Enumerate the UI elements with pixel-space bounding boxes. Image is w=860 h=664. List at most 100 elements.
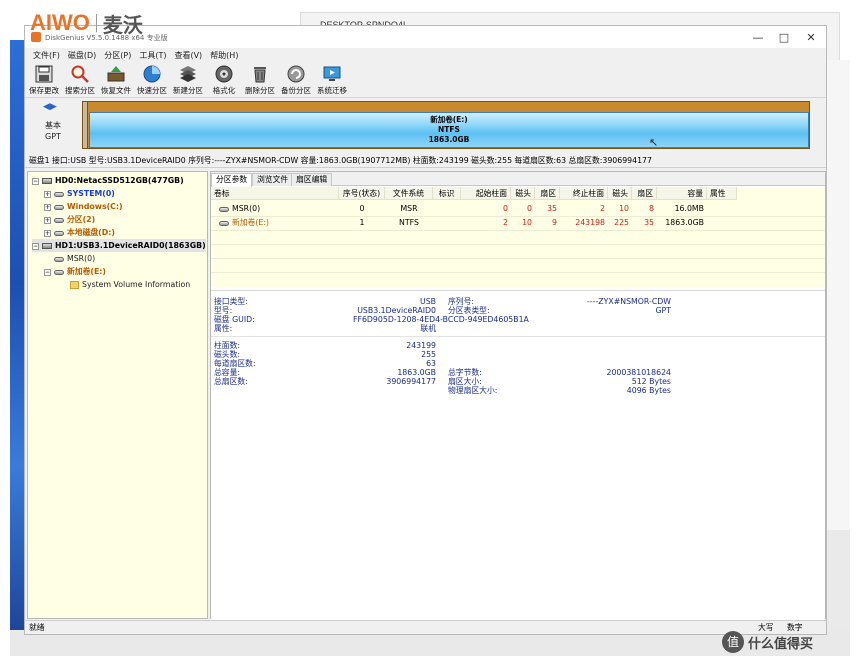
new-partition-button[interactable]: 新建分区 [171,64,205,96]
tree-part-windows-label: Windows(C:) [67,202,123,211]
detail-pt-value: GPT [655,306,671,315]
format-button[interactable]: 格式化 [207,64,241,96]
backup-partition-button[interactable]: 备份分区 [279,64,313,96]
menu-bar: 文件(F) 磁盘(D) 分区(P) 工具(T) 查看(V) 帮助(H) [25,48,826,62]
tree-part-windows[interactable]: + Windows(C:) [44,200,123,213]
disk-type-basic: 基本 [45,121,61,130]
disk-type-gpt: GPT [45,132,61,141]
disk-type: 基本 GPT [45,120,61,142]
mouse-cursor-icon: ↖ [649,136,659,149]
new-partition-icon [180,66,196,82]
system-migration-button[interactable]: 系统迁移 [315,64,349,96]
tab-browse-files[interactable]: 浏览文件 [252,173,294,186]
disk-nav-arrows[interactable]: ◀▶ [43,102,57,112]
col-start-cyl[interactable]: 起始柱面 [461,187,511,200]
col-end-sector[interactable]: 扇区 [632,187,657,200]
row-msr-volume[interactable]: MSR(0) [219,202,260,216]
disk-details: 接口类型: USB 序列号: ----ZYX#NSMOR-CDW 型号: USB… [211,290,825,620]
tree-part-system-label: SYSTEM(0) [67,189,115,198]
folder-icon [70,281,79,289]
cell-end-cyl: 243198 [575,218,605,227]
col-id[interactable]: 标识 [433,187,461,200]
tree-part-system[interactable]: + SYSTEM(0) [44,187,115,200]
tree-part-msr[interactable]: MSR(0) [54,252,95,265]
diskgenius-window: DiskGenius V5.5.0.1488 x64 专业版 — □ ✕ 文件(… [24,25,827,635]
menu-tools[interactable]: 工具(T) [135,50,170,61]
col-attribute[interactable]: 属性 [707,187,737,200]
brand-logo-divider [95,14,97,32]
menu-file[interactable]: 文件(F) [29,50,64,61]
cell-end-cyl: 2 [600,204,605,213]
save-changes-label: 保存更改 [29,86,59,95]
col-volume-label[interactable]: 卷标 [211,187,339,200]
minimize-button[interactable]: — [745,28,771,46]
cell-filesystem: MSR [400,204,418,213]
col-capacity[interactable]: 容量 [657,187,707,200]
detail-serial-value: ----ZYX#NSMOR-CDW [587,297,671,306]
disk-bar[interactable]: 新加卷(E:) NTFS 1863.0GB [82,101,810,149]
toolbar: 保存更改 搜索分区 恢复文件 快速分区 新建分区 格式化 删除分区 备份分区 系… [25,62,826,98]
tab-sector-edit[interactable]: 扇区编辑 [291,173,333,186]
menu-help[interactable]: 帮助(H) [206,50,242,61]
recover-files-button[interactable]: 恢复文件 [99,64,133,96]
expand-icon[interactable]: + [44,229,51,237]
detail-attr-label: 属性: [214,324,233,333]
row-e-volume[interactable]: 新加卷(E:) [219,216,269,230]
watermark-badge: 值 [722,631,744,653]
backup-icon [287,65,305,83]
tree-disk-hd0[interactable]: − HD0:NetacSSD512GB(477GB) [32,174,184,187]
col-start-sector[interactable]: 扇区 [535,187,560,200]
new-partition-label: 新建分区 [173,86,203,95]
collapse-icon[interactable]: − [32,242,39,250]
detail-interface-value: USB [419,297,436,306]
tab-strip: 分区参数 浏览文件 扇区编辑 [211,172,825,187]
quick-partition-button[interactable]: 快速分区 [135,64,169,96]
tree-part-2[interactable]: + 分区(2) [44,213,95,226]
brand-logo-cn: 麦沃 [102,12,143,37]
menu-disk[interactable]: 磁盘(D) [64,50,100,61]
close-button[interactable]: ✕ [798,28,824,46]
cell-start-sector: 35 [547,204,557,213]
menu-partition[interactable]: 分区(P) [100,50,135,61]
expand-icon[interactable]: + [44,190,51,198]
tree-part-msr-label: MSR(0) [67,254,96,263]
expand-icon[interactable]: + [44,216,51,224]
expand-icon[interactable]: + [44,203,51,211]
disk-info-bar: 磁盘1 接口:USB 型号:USB3.1DeviceRAID0 序列号:----… [25,154,826,168]
delete-partition-button[interactable]: 删除分区 [243,64,277,96]
collapse-icon[interactable]: − [32,177,39,185]
disk-bar-partition-e[interactable]: 新加卷(E:) NTFS 1863.0GB [89,112,809,148]
disk-bar-msr-segment[interactable] [83,102,88,148]
tree-disk-hd1-label: HD1:USB3.1DeviceRAID0(1863GB) [55,241,206,250]
col-end-cyl[interactable]: 终止柱面 [560,187,608,200]
tree-folder-svi[interactable]: System Volume Information [70,278,190,291]
tab-partition-params[interactable]: 分区参数 [211,173,253,187]
detail-heads-value: 255 [421,350,436,359]
cell-start-cyl: 2 [503,218,508,227]
detail-model-label: 型号: [214,306,233,315]
partition-icon [54,256,64,262]
collapse-icon[interactable]: − [44,268,51,276]
cell-start-head: 0 [527,204,532,213]
title-bar[interactable]: DiskGenius V5.5.0.1488 x64 专业版 — □ ✕ [25,26,826,48]
backup-partition-label: 备份分区 [281,86,311,95]
detail-cyl-label: 柱面数: [214,341,241,350]
cell-filesystem: NTFS [399,218,419,227]
col-filesystem[interactable]: 文件系统 [385,187,433,200]
menu-view[interactable]: 查看(V) [170,50,206,61]
cell-start-head: 10 [522,218,532,227]
partition-icon [54,217,64,223]
col-end-head[interactable]: 磁头 [608,187,632,200]
tree-part-d[interactable]: + 本地磁盘(D:) [44,226,115,239]
maximize-button[interactable]: □ [771,28,797,46]
search-partition-button[interactable]: 搜索分区 [63,64,97,96]
save-changes-button[interactable]: 保存更改 [27,64,61,96]
tree-part-e[interactable]: − 新加卷(E:) [44,265,106,278]
cell-volume: 新加卷(E:) [232,218,270,227]
col-index[interactable]: 序号(状态) [339,187,385,200]
partition-icon [54,191,64,197]
tree-disk-hd1[interactable]: − HD1:USB3.1DeviceRAID0(1863GB) [32,239,206,252]
tree-part-e-label: 新加卷(E:) [67,267,106,276]
col-start-head[interactable]: 磁头 [511,187,535,200]
disk-icon [42,243,52,249]
